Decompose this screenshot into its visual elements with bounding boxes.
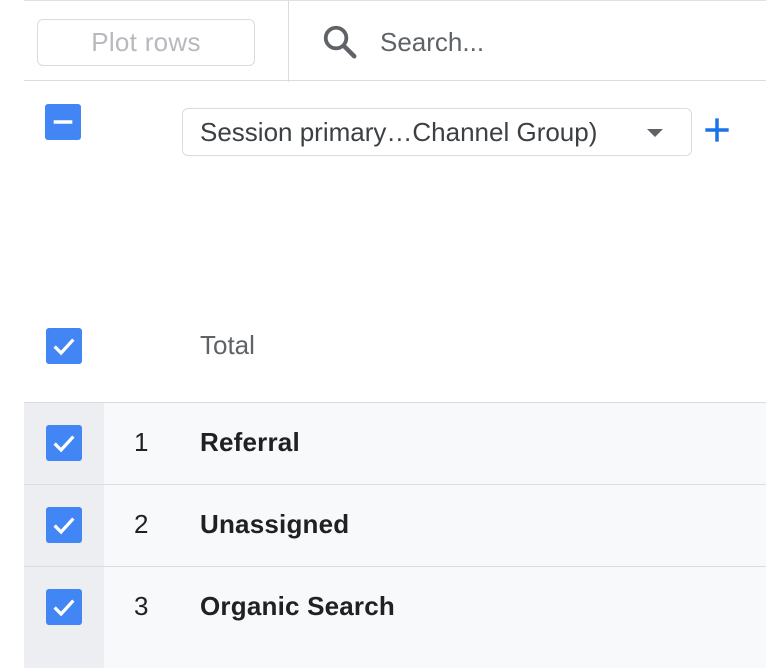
row-checkbox[interactable] <box>46 589 82 625</box>
table-toolbar: Plot rows <box>24 0 766 82</box>
check-icon <box>53 435 75 453</box>
check-icon <box>53 338 75 356</box>
caret-down-icon <box>647 129 663 137</box>
plot-rows-button[interactable]: Plot rows <box>37 19 255 66</box>
minus-icon <box>53 120 73 124</box>
row-dimension-value: Organic Search <box>200 591 395 621</box>
row-index: 2 <box>134 509 149 539</box>
report-table-panel: Plot rows Session primary…Channel Group)… <box>0 0 766 668</box>
table-row[interactable]: 3 Organic Search <box>24 566 766 668</box>
row-checkbox[interactable] <box>46 425 82 461</box>
row-dimension-value: Referral <box>200 427 300 457</box>
check-icon <box>53 517 75 535</box>
row-index: 1 <box>134 427 149 457</box>
dimension-dropdown[interactable]: Session primary…Channel Group) <box>182 108 692 156</box>
table-row[interactable]: 1 Referral <box>24 402 766 484</box>
dimension-dropdown-label: Session primary…Channel Group) <box>200 116 598 147</box>
total-checkbox[interactable] <box>46 328 82 364</box>
row-checkbox[interactable] <box>46 507 82 543</box>
search-icon[interactable] <box>321 23 359 61</box>
toolbar-divider <box>288 1 289 82</box>
row-index: 3 <box>134 591 149 621</box>
search-input[interactable] <box>380 21 750 63</box>
row-dimension-value: Unassigned <box>200 509 350 539</box>
check-icon <box>53 599 75 617</box>
total-label: Total <box>200 330 255 360</box>
select-all-checkbox[interactable] <box>45 104 81 140</box>
plus-icon[interactable] <box>703 116 731 144</box>
table-row[interactable]: 2 Unassigned <box>24 484 766 566</box>
